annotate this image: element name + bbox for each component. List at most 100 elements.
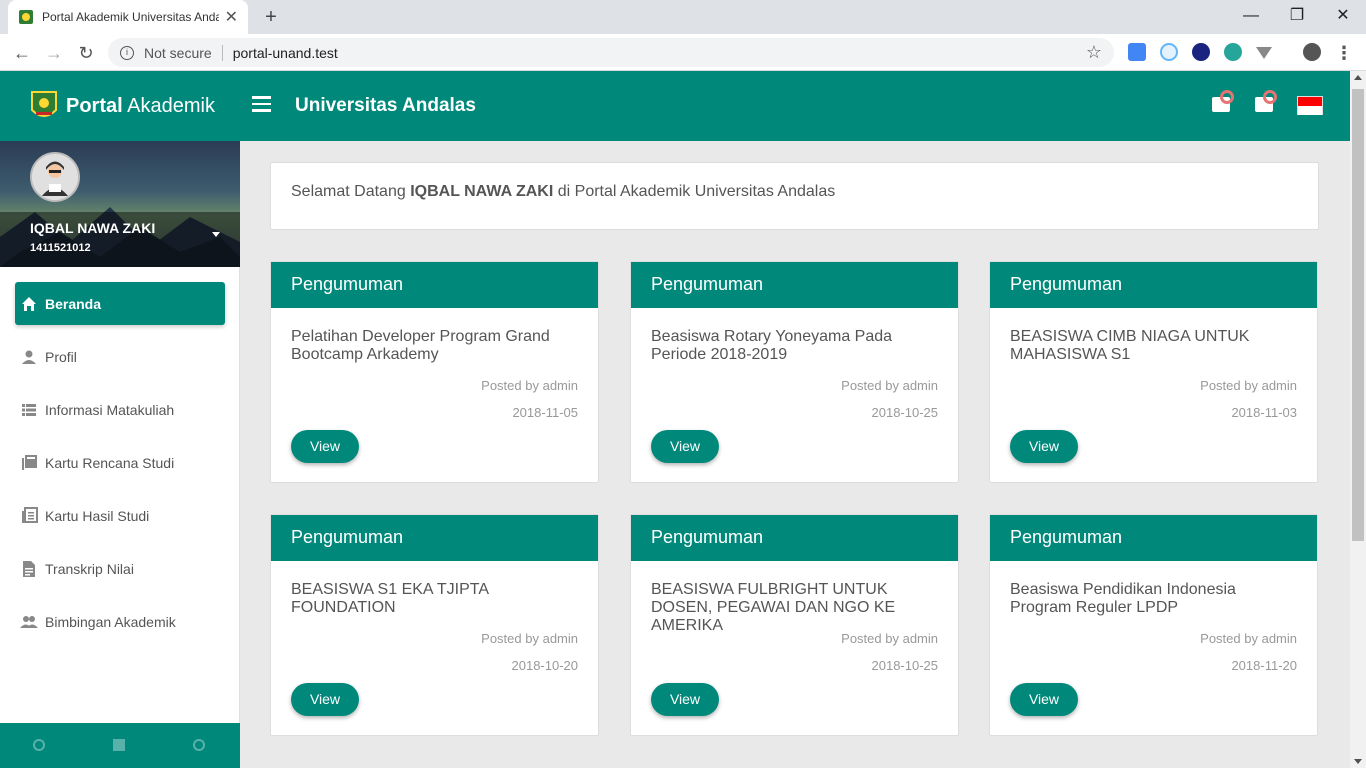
card-posted-by: Posted by admin (481, 631, 578, 646)
sidebar-item-kartu-hasil-studi[interactable]: Kartu Hasil Studi (15, 494, 225, 537)
announcement-card: Pengumuman Beasiswa Pendidikan Indonesia… (989, 514, 1318, 736)
bookmark-star-icon[interactable]: ☆ (1086, 42, 1102, 63)
sidebar-item-label: Kartu Hasil Studi (45, 507, 150, 524)
announcement-card: Pengumuman BEASISWA S1 EKA TJIPTA FOUNDA… (270, 514, 599, 736)
card-title: BEASISWA S1 EKA TJIPTA FOUNDATION (291, 581, 489, 616)
sidebar-item-label: Informasi Matakuliah (45, 401, 175, 418)
view-button[interactable]: View (1010, 683, 1078, 716)
scroll-thumb[interactable] (1352, 89, 1364, 541)
welcome-prefix: Selamat Datang (291, 183, 411, 200)
sidebar-item-bimbingan-akademik[interactable]: Bimbingan Akademik (15, 600, 225, 643)
scroll-down-icon[interactable] (1354, 759, 1362, 764)
announcement-card: Pengumuman Pelatihan Developer Program G… (270, 261, 599, 483)
extension-icon[interactable] (1160, 43, 1178, 61)
profile-icon[interactable] (1303, 43, 1321, 61)
announcement-card: Pengumuman Beasiswa Rotary Yoneyama Pada… (630, 261, 959, 483)
tab-strip: Portal Akademik Universitas Andalas ✕ + … (0, 0, 1366, 34)
card-title: BEASISWA CIMB NIAGA UNTUK MAHASISWA S1 (1010, 328, 1250, 363)
brand-name-rest: Akademik (122, 94, 215, 117)
card-date: 2018-10-20 (511, 658, 579, 673)
view-button[interactable]: View (1010, 430, 1078, 463)
url-text: portal-unand.test (232, 44, 338, 61)
chrome-menu-icon[interactable]: ⋮ (1332, 41, 1356, 65)
card-header: Pengumuman (271, 515, 598, 561)
scroll-up-icon[interactable] (1354, 75, 1362, 80)
card-posted-by: Posted by admin (841, 631, 938, 646)
calendar-icon[interactable] (113, 739, 125, 751)
user-info[interactable]: IQBAL NAWA ZAKI 1411521012 (0, 212, 240, 267)
sidebar-item-informasi-matakuliah[interactable]: Informasi Matakuliah (15, 388, 225, 431)
user-avatar-icon (32, 154, 78, 200)
card-date: 2018-11-20 (1231, 658, 1297, 673)
minimize-icon[interactable]: — (1228, 4, 1274, 28)
app-header: Portal Akademik Universitas Andalas (0, 71, 1350, 141)
sidebar-item-label: Bimbingan Akademik (45, 613, 176, 630)
view-button[interactable]: View (651, 683, 719, 716)
main-content: Selamat Datang IQBAL NAWA ZAKI di Portal… (240, 141, 1350, 768)
brand-name: Portal Akademik (66, 95, 215, 118)
address-bar[interactable]: i Not secure portal-unand.test ☆ (108, 38, 1114, 67)
user-name: IQBAL NAWA ZAKI (30, 220, 156, 236)
page-scrollbar[interactable] (1350, 71, 1366, 768)
back-icon[interactable]: ← (10, 41, 34, 65)
sidebar-item-kartu-rencana-studi[interactable]: Kartu Rencana Studi (15, 441, 225, 484)
translate-extension-icon[interactable] (1128, 43, 1146, 61)
unand-logo-icon (31, 91, 57, 117)
browser-tab[interactable]: Portal Akademik Universitas Andalas ✕ (8, 0, 248, 34)
welcome-box: Selamat Datang IQBAL NAWA ZAKI di Portal… (270, 162, 1319, 230)
card-date: 2018-10-25 (871, 658, 939, 673)
card-header: Pengumuman (631, 262, 958, 308)
chrome-reader-icon (22, 506, 38, 523)
hamburger-menu-icon[interactable] (252, 96, 271, 112)
card-date: 2018-11-03 (1231, 405, 1297, 420)
card-header: Pengumuman (271, 262, 598, 308)
card-title: Beasiswa Rotary Yoneyama Pada Periode 20… (651, 328, 893, 363)
card-date: 2018-10-25 (871, 405, 939, 420)
welcome-suffix: di Portal Akademik Universitas Andalas (553, 183, 836, 200)
sidebar: IQBAL NAWA ZAKI 1411521012 Beranda Profi… (0, 141, 240, 768)
announcement-card: Pengumuman BEASISWA CIMB NIAGA UNTUK MAH… (989, 261, 1318, 483)
card-header: Pengumuman (990, 515, 1317, 561)
brand-name-bold: Portal (66, 94, 123, 117)
group-icon (20, 615, 38, 628)
info-icon[interactable]: i (120, 45, 134, 60)
favicon-icon (19, 10, 33, 24)
announcement-card: Pengumuman BEASISWA FULBRIGHT UNTUK DOSE… (630, 514, 959, 736)
browser-toolbar: ← → ↻ i Not secure portal-unand.test ☆ ⋮ (0, 34, 1366, 71)
card-posted-by: Posted by admin (1200, 631, 1297, 646)
brand[interactable]: Portal Akademik (0, 71, 240, 141)
card-title: Pelatihan Developer Program Grand Bootca… (291, 328, 550, 363)
view-button[interactable]: View (291, 430, 359, 463)
library-books-icon (22, 454, 37, 470)
security-label: Not secure (144, 44, 212, 61)
forward-icon[interactable]: → (42, 41, 66, 65)
avatar[interactable] (30, 152, 80, 202)
sidebar-item-label: Kartu Rencana Studi (45, 454, 175, 471)
sidebar-item-transkrip-nilai[interactable]: Transkrip Nilai (15, 547, 225, 590)
reload-icon[interactable]: ↻ (74, 41, 98, 65)
restore-icon[interactable]: ❐ (1274, 4, 1320, 28)
mail-badge (1263, 90, 1277, 104)
window-close-icon[interactable]: ✕ (1320, 4, 1366, 28)
new-tab-icon[interactable]: + (262, 6, 280, 29)
sidebar-item-label: Beranda (45, 295, 102, 312)
card-posted-by: Posted by admin (481, 378, 578, 393)
tab-close-icon[interactable]: ✕ (225, 7, 238, 27)
sidebar-footer (0, 723, 240, 768)
vue-devtools-icon[interactable] (1256, 47, 1272, 59)
view-button[interactable]: View (291, 683, 359, 716)
omnibox-divider (221, 44, 223, 61)
sidebar-item-profil[interactable]: Profil (15, 335, 225, 378)
settings-icon[interactable] (33, 739, 45, 751)
extension-icon[interactable] (1192, 43, 1210, 61)
list-icon (22, 403, 36, 416)
view-button[interactable]: View (651, 430, 719, 463)
indonesia-flag-icon[interactable] (1297, 96, 1323, 115)
card-posted-by: Posted by admin (841, 378, 938, 393)
power-icon[interactable] (193, 739, 205, 751)
sidebar-item-beranda[interactable]: Beranda (15, 282, 225, 325)
user-dropdown-caret-icon[interactable] (212, 232, 220, 237)
user-nim: 1411521012 (30, 242, 91, 254)
university-title: Universitas Andalas (295, 95, 476, 116)
extension-icon[interactable] (1224, 43, 1242, 61)
